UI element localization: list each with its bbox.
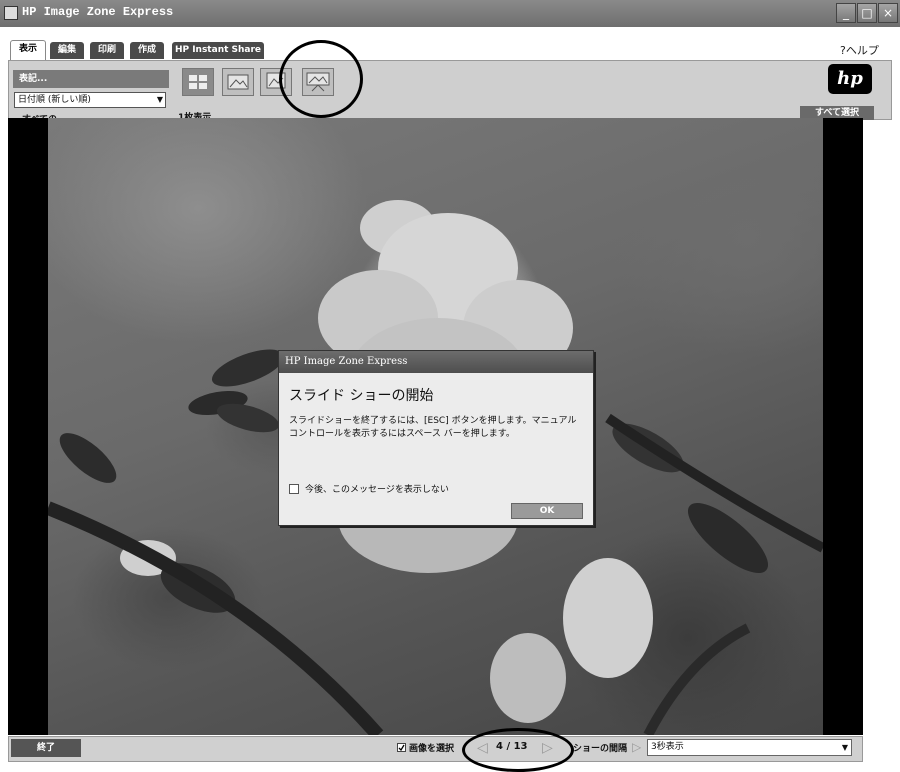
main-panel xyxy=(8,60,892,120)
dont-show-again-checkbox[interactable] xyxy=(289,484,299,494)
single-image-icon xyxy=(227,74,249,90)
annotation-circle-slideshow xyxy=(279,40,363,118)
select-image-label: 画像を選択 xyxy=(409,744,455,754)
dont-show-again-label: 今後、このメッセージを表示しない xyxy=(305,485,449,495)
app-icon xyxy=(4,6,18,20)
sidebar-header[interactable]: 表記... xyxy=(13,70,169,88)
help-label: ヘルプ xyxy=(845,44,879,57)
interval-value: 3秒表示 xyxy=(651,742,684,752)
tab-instant-share[interactable]: HP Instant Share xyxy=(172,42,264,59)
tab-create[interactable]: 作成 xyxy=(130,42,164,59)
select-image-checkbox[interactable] xyxy=(397,743,406,752)
ok-button[interactable]: OK xyxy=(511,503,583,519)
sort-value: 日付順 (新しい順) xyxy=(18,95,91,105)
tab-edit[interactable]: 編集 xyxy=(50,42,84,59)
tab-print[interactable]: 印刷 xyxy=(90,42,124,59)
view-single-button[interactable] xyxy=(222,68,254,96)
dropdown-arrow-icon: ▼ xyxy=(156,95,163,104)
end-button[interactable]: 終了 xyxy=(11,739,81,757)
interval-arrow-icon: ▷ xyxy=(632,740,642,754)
interval-label: ショーの間隔 xyxy=(573,744,628,754)
slideshow-start-dialog: HP Image Zone Express スライド ショーの開始 スライドショ… xyxy=(278,350,594,526)
help-link[interactable]: ?ヘルプ xyxy=(840,42,879,58)
dialog-heading: スライド ショーの開始 xyxy=(289,388,434,404)
close-button[interactable]: × xyxy=(878,3,898,23)
tab-view[interactable]: 表示 xyxy=(10,40,46,60)
checkmark-icon xyxy=(398,744,405,751)
annotation-circle-counter xyxy=(462,728,574,772)
sort-select[interactable]: 日付順 (新しい順) ▼ xyxy=(14,92,166,108)
interval-select[interactable]: 3秒表示 ▼ xyxy=(647,739,852,756)
dialog-title: HP Image Zone Express xyxy=(279,351,593,373)
maximize-button[interactable]: □ xyxy=(857,3,877,23)
view-thumbnails-button[interactable] xyxy=(182,68,214,96)
dialog-message: スライドショーを終了するには、[ESC] ボタンを押します。マニュアル コントロ… xyxy=(289,416,577,439)
dropdown-arrow-icon: ▼ xyxy=(841,743,848,752)
minimize-button[interactable]: _ xyxy=(836,3,856,23)
window-title: HP Image Zone Express xyxy=(22,5,174,19)
thumbnail-grid-icon xyxy=(189,75,207,89)
hp-logo: hp xyxy=(828,64,872,94)
